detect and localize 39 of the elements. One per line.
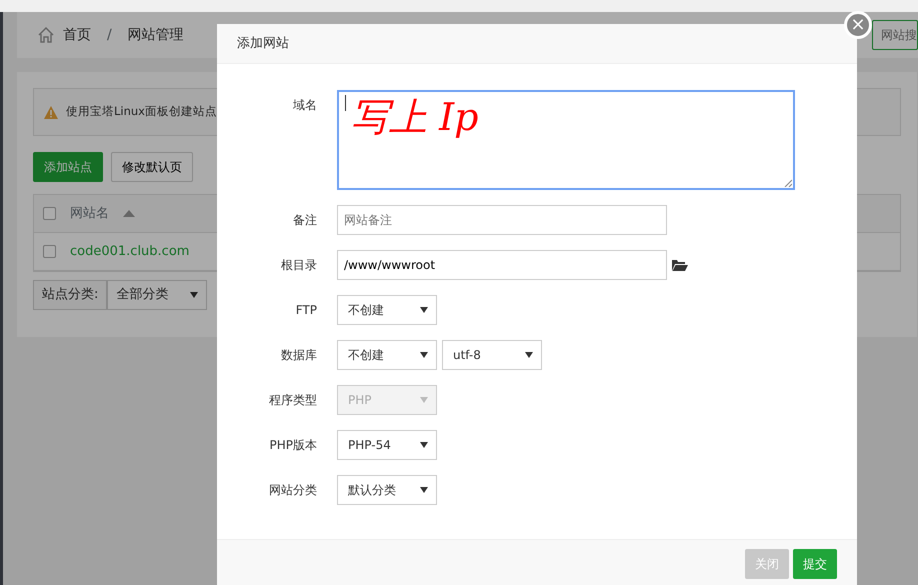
toolbar-button[interactable]: 修改默认页 (111, 152, 193, 182)
dropdown-arrow-icon (420, 307, 428, 313)
folder-icon (672, 259, 688, 271)
select-all-checkbox[interactable] (43, 207, 56, 220)
breadcrumb-separator: / (107, 26, 112, 44)
path-input[interactable]: /www/wwwroot (337, 250, 667, 280)
select-field[interactable]: 不创建 (337, 295, 437, 325)
warning-icon (44, 106, 58, 118)
category-select[interactable]: 全部分类 (107, 280, 208, 310)
field-label: FTP (294, 302, 317, 319)
select-field[interactable]: 默认分类 (337, 475, 437, 505)
sort-icon (123, 210, 135, 217)
field-label: 网站分类 (268, 482, 317, 499)
dropdown-arrow-icon (420, 442, 428, 448)
dropdown-arrow-icon (190, 292, 198, 298)
dropdown-arrow-icon (420, 397, 428, 403)
home-icon (37, 26, 55, 44)
filter-label: 站点分类: (33, 280, 108, 310)
dropdown-arrow-icon (525, 352, 533, 358)
search-button[interactable]: 网站搜 (872, 20, 918, 50)
field-label: PHP版本 (268, 437, 317, 454)
breadcrumb-current: 网站管理 (128, 26, 184, 44)
select-field[interactable]: PHP-54 (337, 430, 437, 460)
field-label: 备注 (292, 212, 317, 229)
breadcrumb-link[interactable]: 首页 (63, 24, 91, 46)
field-label: 根目录 (280, 257, 317, 274)
alert-text: 使用宝塔Linux面板创建站点 (66, 103, 217, 120)
select-field[interactable]: utf-8 (442, 340, 542, 370)
dropdown-arrow-icon (420, 487, 428, 493)
field-label: 数据库 (280, 347, 317, 364)
field-label: 程序类型 (268, 392, 317, 409)
row-checkbox[interactable] (43, 245, 56, 258)
field-label: 域名 (292, 97, 317, 114)
domain-textarea[interactable]: 写上 Ip (337, 90, 795, 190)
resize-handle-icon (784, 179, 792, 187)
dropdown-arrow-icon (420, 352, 428, 358)
remark-input[interactable]: 网站备注 (337, 205, 667, 235)
select-field[interactable]: 不创建 (337, 340, 437, 370)
handwritten-note: 写上 Ip (351, 98, 478, 136)
